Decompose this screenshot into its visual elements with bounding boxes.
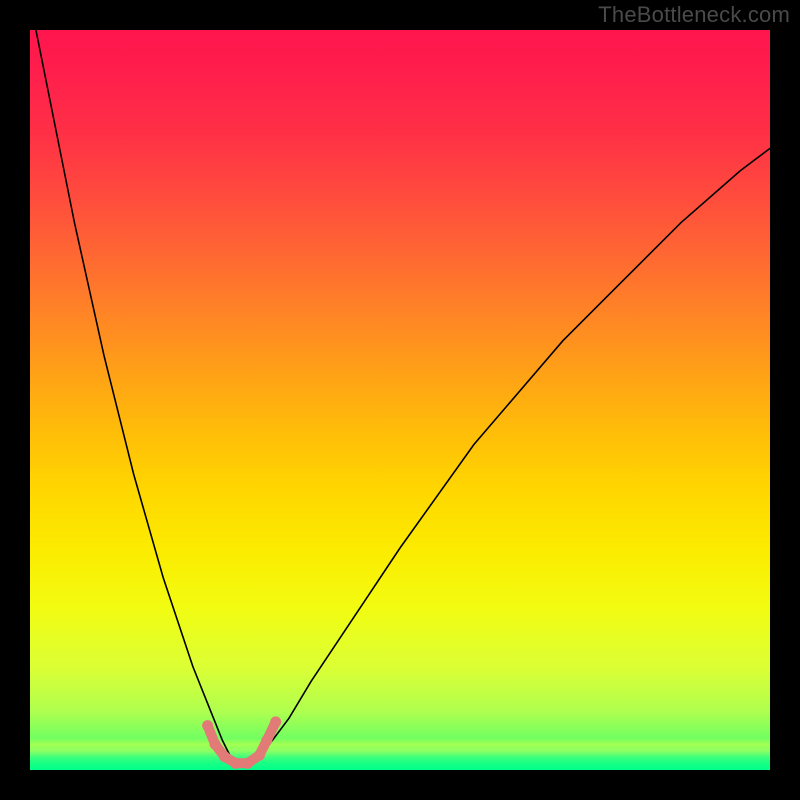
curve-layer <box>30 30 770 770</box>
marker-dot <box>230 758 241 769</box>
marker-dot <box>270 716 281 727</box>
marker-dot <box>210 739 221 750</box>
chart-root: TheBottleneck.com <box>0 0 800 800</box>
curve-left-branch <box>30 30 234 763</box>
plot-area <box>30 30 770 770</box>
marker-dot <box>242 758 253 769</box>
marker-dot <box>202 720 213 731</box>
curve-right-branch <box>252 148 770 762</box>
marker-cluster <box>202 716 281 768</box>
marker-dot <box>219 751 230 762</box>
marker-dot <box>261 735 272 746</box>
marker-dot <box>254 750 265 761</box>
watermark-text: TheBottleneck.com <box>598 2 790 28</box>
